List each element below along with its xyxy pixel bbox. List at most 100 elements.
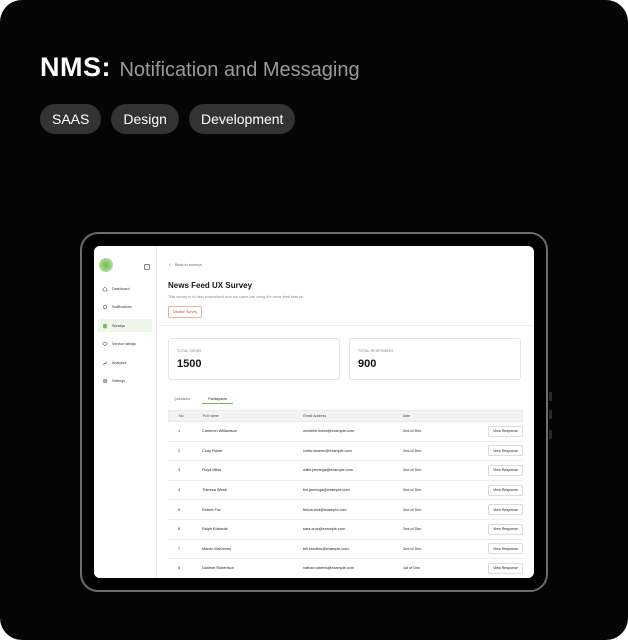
sidebar-item-dashboard[interactable]: Dashboard (98, 282, 152, 295)
response-date: 2nd of Dec (403, 488, 422, 493)
collapse-sidebar-icon[interactable] (144, 264, 150, 270)
table-row: 5 Robert Fox felicia.reid@example.com 2nd o… (168, 500, 523, 520)
sidebar-item-label: Settings (112, 379, 125, 383)
divider (156, 325, 534, 326)
page-subtitle: This survey is to help understand how ou… (168, 295, 304, 299)
action-cell: View Response (473, 464, 523, 476)
participant-name: Darlene Robertson (202, 566, 234, 571)
sidebar-item-surveys[interactable]: Surveys (98, 319, 152, 332)
total-responses-value: 900 (358, 358, 377, 370)
table-row: 8 Darlene Robertson nathan.roberts@example… (168, 559, 523, 578)
project-tagline: Notification and Messaging (119, 59, 360, 81)
table-row: 6 Ralph Edwards sara.cruz@example.com 2nd o… (168, 520, 523, 540)
headline: NMS: Notification and Messaging (40, 52, 360, 83)
row-number: 1 (178, 429, 181, 434)
table-row: 2 Cody Fisher curtis.weaver@example.com 2nd… (168, 442, 523, 462)
row-number: 4 (178, 488, 181, 493)
total-responses-card: TOTAL RESPONSES 900 (349, 338, 521, 380)
tablet-side-button (549, 392, 552, 401)
project-card: NMS: Notification and Messaging SAAS Des… (0, 0, 628, 640)
total-views-card: TOTAL VIEWS 1500 (168, 338, 340, 380)
sidebar-item-label: Notifications (112, 305, 132, 309)
table-row: 3 Floyd Miles willie.jennings@example.com 2… (168, 461, 523, 481)
tag-list: SAAS Design Development (40, 104, 296, 134)
participant-name: Floyd Miles (202, 468, 222, 473)
tablet-side-button (549, 430, 552, 439)
table-row: 1 Cameron Williamson michelle.rivera@examp… (168, 422, 523, 442)
disable-survey-button[interactable]: Disable Survey (168, 306, 203, 318)
tab-questions[interactable]: Questions (168, 395, 196, 404)
home-icon (102, 286, 108, 291)
tag-development[interactable]: Development (188, 104, 296, 134)
table-header: No Full name Email Address Date (168, 410, 523, 422)
row-number: 2 (178, 448, 181, 453)
participant-name: Cody Fisher (202, 448, 223, 453)
participant-email: nathan.roberts@example.com (303, 566, 354, 571)
participant-email: felicia.reid@example.com (303, 507, 347, 512)
action-cell: View Response (473, 523, 523, 535)
sidebar-item-label: Dashboard (112, 286, 130, 291)
participant-email: bill.sanders@example.com (303, 546, 349, 551)
tablet-mockup: Dashboard Notifications Surveys Service rat… (80, 232, 552, 592)
sidebar-item-service-ratings[interactable]: Service ratings (98, 338, 152, 351)
page-title: News Feed UX Survey (168, 281, 253, 290)
total-views-value: 1500 (177, 358, 202, 370)
sidebar-item-analytics[interactable]: Analytics (98, 356, 152, 369)
view-response-button[interactable]: View Response (488, 484, 523, 496)
table-row: 4 Theresa Webb tim.jennings@example.com 2nd… (168, 481, 523, 501)
response-date: 2nd of Dec (403, 507, 422, 512)
participant-name: Robert Fox (202, 507, 221, 512)
tablet-side-button (549, 410, 552, 419)
response-date: 2nd of Dec (403, 448, 422, 453)
chevron-left-icon (169, 263, 171, 267)
sidebar-item-notifications[interactable]: Notifications (98, 301, 152, 314)
sidebar-item-settings[interactable]: Settings (98, 375, 152, 388)
app-logo (99, 258, 113, 272)
row-number: 7 (178, 546, 181, 551)
view-response-button[interactable]: View Response (488, 543, 523, 555)
view-response-button[interactable]: View Response (488, 445, 523, 457)
action-cell: View Response (473, 562, 523, 574)
app-screen: Dashboard Notifications Surveys Service rat… (94, 246, 534, 578)
view-response-button[interactable]: View Response (488, 425, 523, 437)
tab-participants[interactable]: Participants (202, 395, 233, 404)
row-number: 5 (178, 507, 181, 512)
action-cell: View Response (473, 484, 523, 496)
participant-email: willie.jennings@example.com (303, 468, 353, 473)
clipboard-icon (103, 323, 107, 328)
heart-icon (102, 342, 108, 347)
main-content: Back to surveys News Feed UX Survey This… (156, 246, 534, 578)
sidebar-nav: Dashboard Notifications Surveys Service rat… (98, 282, 152, 393)
back-link[interactable]: Back to surveys (168, 263, 202, 267)
sidebar-item-label: Service ratings (112, 342, 136, 346)
gear-icon (102, 378, 108, 384)
participant-name: Cameron Williamson (202, 429, 238, 434)
row-number: 6 (178, 527, 181, 532)
participant-name: Marvin McKinney (202, 546, 232, 551)
response-date: 1st of Dec (403, 566, 421, 571)
view-response-button[interactable]: View Response (488, 562, 523, 574)
action-cell: View Response (473, 425, 523, 437)
view-response-button[interactable]: View Response (488, 464, 523, 476)
sidebar: Dashboard Notifications Surveys Service rat… (94, 246, 157, 578)
participant-email: sara.cruz@example.com (303, 527, 346, 532)
bell-icon (103, 305, 107, 310)
response-date: 2nd of Dec (403, 429, 422, 434)
row-number: 8 (178, 566, 181, 571)
survey-tabs: Questions Participants (168, 395, 233, 404)
tag-saas[interactable]: SAAS (40, 104, 102, 134)
action-cell: View Response (473, 504, 523, 516)
view-response-button[interactable]: View Response (488, 523, 523, 535)
sidebar-item-label: Analytics (112, 360, 127, 365)
participant-name: Theresa Webb (202, 488, 227, 493)
response-date: 2nd of Dec (403, 527, 422, 532)
column-header-name: Full name (202, 414, 219, 418)
participant-name: Ralph Edwards (202, 527, 228, 532)
response-date: 2nd of Dec (403, 546, 422, 551)
chart-icon (102, 360, 108, 365)
view-response-button[interactable]: View Response (488, 504, 523, 516)
action-cell: View Response (473, 543, 523, 555)
action-cell: View Response (473, 445, 523, 457)
participant-email: curtis.weaver@example.com (303, 448, 352, 453)
tag-design[interactable]: Design (111, 104, 179, 134)
